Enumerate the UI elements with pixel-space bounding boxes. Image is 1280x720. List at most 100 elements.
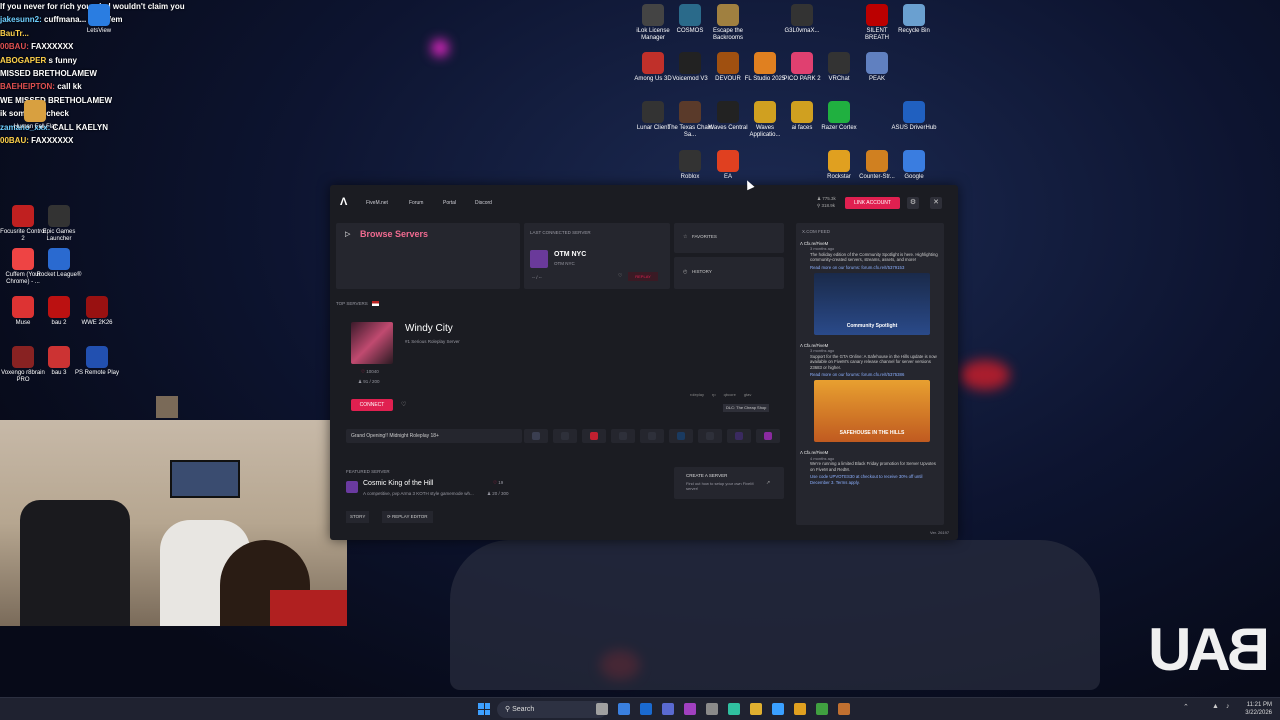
desktop-icon[interactable]: Rocket League®	[36, 248, 82, 279]
server-thumbnail[interactable]	[756, 429, 780, 443]
create-server-card[interactable]: CREATE A SERVER Find out how to setup yo…	[674, 467, 784, 499]
server-thumbnail[interactable]	[524, 429, 548, 443]
nav-portal[interactable]: Portal	[443, 200, 456, 206]
desktop-icon[interactable]: WWE 2K26	[74, 296, 120, 327]
desktop-icon-label: PS Remote Play	[74, 370, 120, 376]
featured-badge: DLC: The Cheap Shop	[723, 404, 770, 412]
create-server-desc: Find out how to setup your own FiveM ser…	[686, 481, 754, 491]
featured-server-icon[interactable]	[351, 322, 393, 364]
tray-volume-icon[interactable]: ♪	[1226, 703, 1230, 710]
taskbar-app-icon[interactable]	[640, 703, 652, 715]
server-list-row[interactable]: Grand Opening!! Midnight Roleplay 18+	[346, 429, 522, 443]
desktop-icon-label: PEAK	[868, 76, 885, 82]
taskbar-app-icon[interactable]	[816, 703, 828, 715]
desktop-icon[interactable]: PS Remote Play	[74, 346, 120, 377]
connect-button[interactable]: CONNECT	[351, 399, 393, 411]
last-connected-card[interactable]: LAST CONNECTED SERVER OTM NYC OTM NYC --…	[524, 223, 670, 289]
feed-image[interactable]: SAFEHOUSE IN THE HILLS	[814, 380, 930, 443]
feed-title: X.COM FEED	[802, 229, 831, 234]
desktop-icon[interactable]: Epic Games Launcher	[36, 205, 82, 243]
featured-players: ♟ 91 / 200	[358, 379, 380, 384]
cosmic-server-name[interactable]: Cosmic King of the Hill	[363, 480, 433, 487]
server-thumbnail[interactable]	[611, 429, 635, 443]
server-thumbnail[interactable]	[582, 429, 606, 443]
feed-image[interactable]: Community Spotlight	[814, 273, 930, 336]
app-icon	[24, 100, 46, 122]
x-feed-panel[interactable]: X.COM FEED Λ Cfx.re/FiveM 3 months ago The…	[796, 223, 944, 525]
app-icon	[12, 205, 34, 227]
favorites-card[interactable]: ☆ FAVORITES	[674, 223, 784, 253]
tray-wifi-icon[interactable]: ▲	[1212, 703, 1219, 710]
taskbar-search[interactable]: ⚲ Search	[497, 701, 607, 718]
clock[interactable]: 11:21 PM 3/22/2026	[1236, 701, 1272, 717]
taskbar-app-icon[interactable]	[618, 703, 630, 715]
taskbar-app-icon[interactable]	[838, 703, 850, 715]
app-icon	[642, 4, 664, 26]
feed-post[interactable]: Λ Cfx.re/FiveM 3 months ago Support for th…	[800, 343, 940, 443]
nav-forum[interactable]: Forum	[409, 200, 423, 206]
settings-button[interactable]: ⚙	[907, 197, 919, 209]
taskbar-app-icon[interactable]	[728, 703, 740, 715]
desktop-icon-label: Escape the Backrooms	[712, 28, 744, 41]
taskbar-app-icon[interactable]	[662, 703, 674, 715]
desktop-icon[interactable]: EA	[705, 150, 751, 181]
desktop-icon-label: WWE 2K26	[81, 320, 113, 326]
server-thumbnail[interactable]	[553, 429, 577, 443]
desktop-icon[interactable]: G3L0vmaX...	[779, 4, 825, 35]
server-thumbnail[interactable]	[698, 429, 722, 443]
feed-post[interactable]: Λ Cfx.re/FiveM 3 months ago The holiday ed…	[800, 241, 940, 336]
server-thumbnail-icon	[532, 432, 540, 440]
feed-link[interactable]: Read more on our forums: forum.cfx.re/t/…	[800, 372, 940, 377]
desktop-icon[interactable]: ASUS DriverHub	[891, 101, 937, 132]
replay-editor-button[interactable]: ⟳ REPLAY EDITOR	[382, 511, 433, 523]
server-thumbnail-icon	[677, 432, 685, 440]
gear-icon: ⚙	[909, 199, 917, 206]
app-icon	[48, 296, 70, 318]
desktop-icon[interactable]: Human Fall Flat	[12, 100, 58, 131]
desktop-icon[interactable]: Google	[891, 150, 937, 181]
server-thumbnail[interactable]	[669, 429, 693, 443]
link-account-button[interactable]: LINK ACCOUNT	[845, 197, 900, 209]
fivem-window: Λ FiveM.net Forum Portal Discord ♟ 775.3…	[330, 185, 958, 540]
bg-light-magenta	[432, 40, 448, 56]
close-icon: ✕	[933, 199, 939, 206]
feed-link[interactable]: Use code UPVOTES30 at checkout to receiv…	[800, 474, 940, 485]
app-icon	[679, 4, 701, 26]
featured-heart-icon[interactable]: ♡	[401, 401, 406, 408]
last-server-replay[interactable]: REPLAY	[628, 272, 658, 281]
server-thumbnail[interactable]	[640, 429, 664, 443]
server-thumbnail[interactable]	[727, 429, 751, 443]
history-card[interactable]: ◴ HISTORY	[674, 257, 784, 289]
app-icon	[903, 4, 925, 26]
browse-servers-card[interactable]: ▷ Browse Servers	[336, 223, 520, 289]
tray-chevron-icon[interactable]: ⌃	[1183, 703, 1189, 711]
featured-server-name[interactable]: Windy City	[405, 323, 453, 334]
taskbar-app-icon[interactable]	[596, 703, 608, 715]
cosmic-server-icon[interactable]	[346, 481, 358, 493]
close-button[interactable]: ✕	[930, 197, 942, 209]
taskbar-app-icon[interactable]	[772, 703, 784, 715]
taskbar-app-icon[interactable]	[794, 703, 806, 715]
taskbar-app-icon[interactable]	[750, 703, 762, 715]
desktop-icon[interactable]: Razer Cortex	[816, 101, 862, 132]
taskbar-app-icon[interactable]	[706, 703, 718, 715]
feed-post[interactable]: Λ Cfx.re/FiveM 4 months ago We're running …	[800, 450, 940, 484]
story-button[interactable]: STORY	[346, 511, 370, 523]
app-icon	[717, 101, 739, 123]
last-server-heart-icon[interactable]: ♡	[618, 273, 622, 279]
external-link-icon: ↗	[766, 480, 771, 486]
taskbar-app-icon[interactable]	[684, 703, 696, 715]
start-button[interactable]	[478, 703, 490, 715]
desktop-icon[interactable]: PEAK	[854, 52, 900, 83]
last-server-players: -- / --	[532, 275, 542, 280]
feed-link[interactable]: Read more on our forums: forum.cfx.re/t/…	[800, 265, 940, 270]
fivem-logo[interactable]: Λ	[340, 196, 347, 208]
nav-fivem-net[interactable]: FiveM.net	[366, 200, 388, 206]
last-server-name: OTM NYC	[554, 251, 587, 258]
nav-discord[interactable]: Discord	[475, 200, 492, 206]
app-icon	[86, 296, 108, 318]
desktop-icon[interactable]: Escape the Backrooms	[705, 4, 751, 42]
desktop-icon[interactable]: LetsView	[76, 4, 122, 35]
chat-username: BauTr...	[0, 28, 29, 38]
desktop-icon[interactable]: Recycle Bin	[891, 4, 937, 35]
